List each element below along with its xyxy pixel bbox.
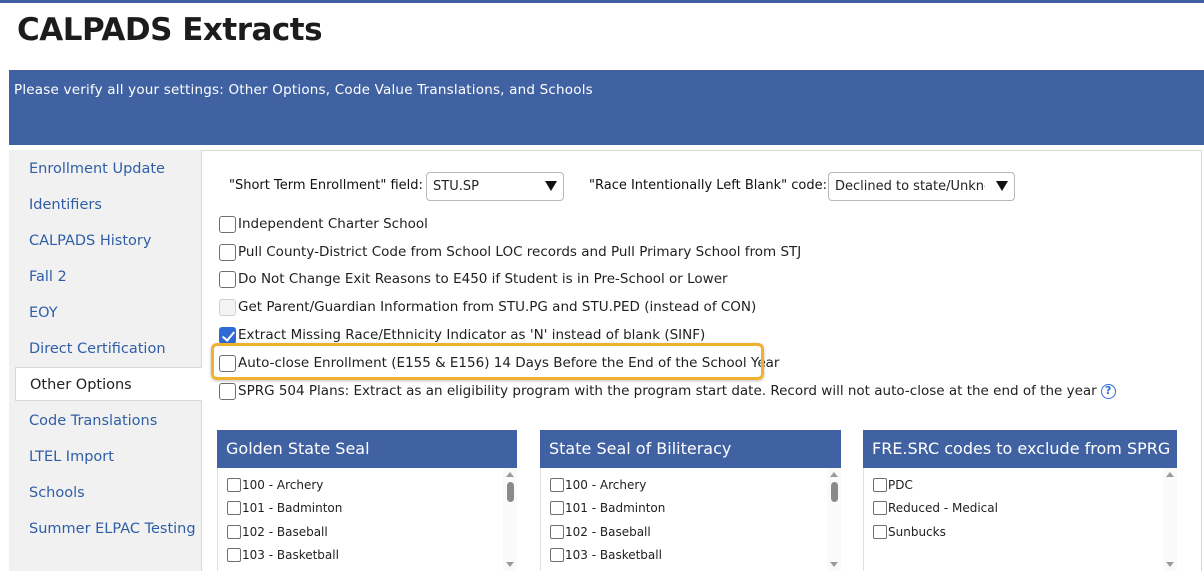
item-label: PDC <box>888 478 913 492</box>
panel-title: Golden State Seal <box>217 430 517 468</box>
list-item[interactable]: 101 - Badminton <box>550 499 665 517</box>
item-checkbox[interactable] <box>227 525 241 539</box>
option-checkbox[interactable] <box>219 326 236 344</box>
option-checkbox <box>219 298 236 316</box>
option-parent-guardian: Get Parent/Guardian Information from STU… <box>219 297 756 317</box>
instruction-banner: Please verify all your settings: Other O… <box>9 70 1204 145</box>
item-checkbox[interactable] <box>873 478 887 492</box>
scroll-down-icon[interactable] <box>830 562 838 567</box>
chevron-down-icon <box>545 181 557 191</box>
top-accent-line <box>0 0 1204 3</box>
list-item[interactable]: 100 - Archery <box>227 476 323 494</box>
option-label: SPRG 504 Plans: Extract as an eligibilit… <box>238 383 1097 399</box>
item-label: Sunbucks <box>888 525 946 539</box>
item-checkbox[interactable] <box>873 525 887 539</box>
item-checkbox[interactable] <box>227 548 241 562</box>
option-independent-charter: Independent Charter School <box>219 214 428 234</box>
panel-list: PDC Reduced - Medical Sunbucks <box>863 468 1177 571</box>
sidebar-item-direct-certification[interactable]: Direct Certification <box>9 332 202 366</box>
option-pull-county-district: Pull County-District Code from School LO… <box>219 242 801 262</box>
list-item[interactable]: 103 - Basketball <box>550 546 662 564</box>
sidebar-item-fall-2[interactable]: Fall 2 <box>9 260 202 294</box>
race-blank-code-label: "Race Intentionally Left Blank" code: <box>589 178 827 193</box>
option-missing-race-indicator: Extract Missing Race/Ethnicity Indicator… <box>219 325 705 345</box>
scroll-thumb[interactable] <box>831 482 838 502</box>
scroll-down-icon[interactable] <box>1166 562 1174 567</box>
sidebar-item-calpads-history[interactable]: CALPADS History <box>9 224 202 258</box>
scroll-up-icon[interactable] <box>830 472 838 477</box>
item-checkbox[interactable] <box>550 478 564 492</box>
list-item[interactable]: 102 - Baseball <box>550 523 651 541</box>
option-auto-close-enrollment: Auto-close Enrollment (E155 & E156) 14 D… <box>219 353 779 373</box>
race-blank-code-value: Declined to state/Unknown <box>835 179 985 194</box>
scrollbar[interactable] <box>503 468 517 571</box>
scrollbar[interactable] <box>1163 468 1177 571</box>
option-label: Do Not Change Exit Reasons to E450 if St… <box>238 271 728 287</box>
list-item[interactable]: 103 - Basketball <box>227 546 339 564</box>
item-checkbox[interactable] <box>227 478 241 492</box>
sidebar-item-identifiers[interactable]: Identifiers <box>9 188 202 222</box>
scroll-up-icon[interactable] <box>506 472 514 477</box>
scroll-thumb[interactable] <box>507 482 514 502</box>
item-label: 101 - Badminton <box>565 501 666 515</box>
sidebar-item-ltel-import[interactable]: LTEL Import <box>9 440 202 474</box>
page-title: CALPADS Extracts <box>17 12 323 48</box>
list-item[interactable]: 102 - Baseball <box>227 523 328 541</box>
scroll-up-icon[interactable] <box>1166 472 1174 477</box>
list-item[interactable]: 100 - Archery <box>550 476 646 494</box>
banner-text: Please verify all your settings: Other O… <box>14 82 593 98</box>
option-checkbox[interactable] <box>219 243 236 261</box>
option-exit-reasons: Do Not Change Exit Reasons to E450 if St… <box>219 269 728 289</box>
item-label: Reduced - Medical <box>888 501 998 515</box>
sidebar-item-enrollment-update[interactable]: Enrollment Update <box>9 152 202 186</box>
race-blank-code-select[interactable]: Declined to state/Unknown <box>828 172 1015 201</box>
sidebar-item-summer-elpac-testing[interactable]: Summer ELPAC Testing <box>9 512 202 546</box>
item-label: 103 - Basketball <box>242 548 339 562</box>
option-checkbox[interactable] <box>219 354 236 372</box>
question-circle-icon[interactable]: ? <box>1100 383 1116 399</box>
list-item[interactable]: 101 - Badminton <box>227 499 342 517</box>
panel-state-seal-biliteracy: State Seal of Biliteracy 100 - Archery 1… <box>540 430 841 571</box>
scrollbar[interactable] <box>827 468 841 571</box>
panel-title: FRE.SRC codes to exclude from SPRG <box>863 430 1177 468</box>
sidebar-nav: Enrollment Update Identifiers CALPADS Hi… <box>9 150 203 571</box>
panel-title: State Seal of Biliteracy <box>540 430 841 468</box>
item-checkbox[interactable] <box>227 501 241 515</box>
chevron-down-icon <box>996 181 1008 191</box>
item-label: 101 - Badminton <box>242 501 343 515</box>
option-label: Pull County-District Code from School LO… <box>238 244 802 260</box>
option-checkbox[interactable] <box>219 215 236 233</box>
sidebar-item-schools[interactable]: Schools <box>9 476 202 510</box>
option-checkbox[interactable] <box>219 270 236 288</box>
scroll-down-icon[interactable] <box>506 562 514 567</box>
short-term-enrollment-label: "Short Term Enrollment" field: <box>229 178 423 193</box>
list-item[interactable]: PDC <box>873 476 913 494</box>
item-label: 100 - Archery <box>565 478 647 492</box>
item-label: 100 - Archery <box>242 478 324 492</box>
item-label: 102 - Baseball <box>565 525 651 539</box>
item-checkbox[interactable] <box>550 525 564 539</box>
option-sprg-504-plans: SPRG 504 Plans: Extract as an eligibilit… <box>219 381 1116 401</box>
item-label: 103 - Basketball <box>565 548 662 562</box>
sidebar-item-code-translations[interactable]: Code Translations <box>9 404 202 438</box>
panel-list: 100 - Archery 101 - Badminton 102 - Base… <box>217 468 517 571</box>
option-checkbox[interactable] <box>219 382 236 400</box>
short-term-enrollment-select[interactable]: STU.SP <box>426 172 564 201</box>
list-item[interactable]: Reduced - Medical <box>873 499 998 517</box>
item-checkbox[interactable] <box>550 501 564 515</box>
panel-list: 100 - Archery 101 - Badminton 102 - Base… <box>540 468 841 571</box>
item-checkbox[interactable] <box>550 548 564 562</box>
option-label: Auto-close Enrollment (E155 & E156) 14 D… <box>238 355 780 371</box>
item-label: 102 - Baseball <box>242 525 328 539</box>
panel-golden-state-seal: Golden State Seal 100 - Archery 101 - Ba… <box>217 430 517 571</box>
item-checkbox[interactable] <box>873 501 887 515</box>
option-label: Get Parent/Guardian Information from STU… <box>238 299 757 315</box>
option-label: Independent Charter School <box>238 216 428 232</box>
sidebar-item-eoy[interactable]: EOY <box>9 296 202 330</box>
sidebar-item-other-options[interactable]: Other Options <box>15 367 203 401</box>
list-item[interactable]: Sunbucks <box>873 523 946 541</box>
panel-fre-src-exclude: FRE.SRC codes to exclude from SPRG PDC R… <box>863 430 1177 571</box>
option-label: Extract Missing Race/Ethnicity Indicator… <box>238 327 706 343</box>
short-term-enrollment-value: STU.SP <box>433 179 479 194</box>
